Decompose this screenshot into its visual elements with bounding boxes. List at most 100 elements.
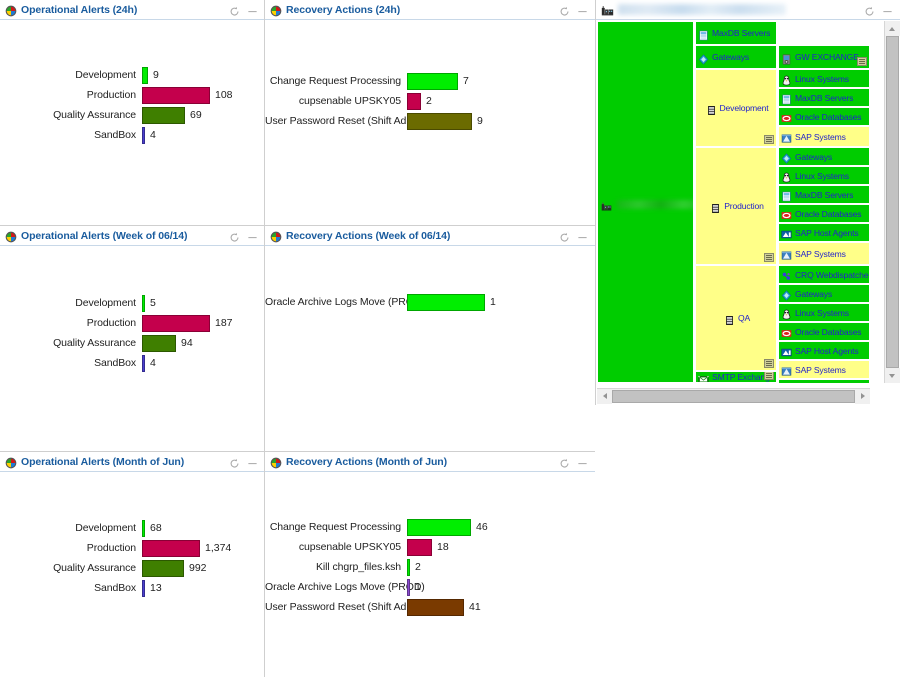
treemap-cell[interactable]: Oracle Databases	[778, 204, 870, 223]
bar-row[interactable]: Oracle Archive Logs Move (PROD) 1	[265, 292, 595, 312]
minimize-icon[interactable]	[247, 230, 258, 241]
refresh-icon[interactable]	[229, 456, 240, 468]
treemap-cell[interactable]: GW EXCHANGE	[778, 45, 870, 69]
treemap-note-icon[interactable]	[764, 253, 774, 262]
bar[interactable]	[407, 72, 458, 90]
portlet-body: Change Request Processing 7 cupsenable UPS…	[265, 20, 595, 224]
bar-row[interactable]: Production 1,374	[0, 538, 265, 558]
bar-row[interactable]: SandBox 4	[0, 125, 265, 145]
bar-row[interactable]: SandBox 13	[0, 578, 265, 598]
minimize-icon[interactable]	[882, 4, 893, 15]
bar[interactable]	[142, 559, 184, 577]
treemap-horizontal-scrollbar[interactable]	[597, 388, 870, 404]
portlet-header: Recovery Actions (Month of Jun)	[265, 452, 595, 472]
bar[interactable]	[142, 106, 185, 124]
bar-row[interactable]: User Password Reset (Shift Admin Only) 41	[265, 597, 595, 617]
treemap-cell[interactable]: MaxDB Servers	[695, 21, 777, 45]
bar-row[interactable]: Development 5	[0, 293, 265, 313]
scroll-up-button[interactable]	[884, 21, 900, 36]
bar-row[interactable]: Development 9	[0, 65, 265, 85]
bar[interactable]	[407, 293, 485, 311]
bar[interactable]	[407, 598, 464, 616]
treemap-cell[interactable]: SAP Systems	[778, 242, 870, 265]
treemap-cell[interactable]: MaxDB Servers	[778, 88, 870, 107]
bar-row[interactable]: Oracle Archive Logs Move (PROD) 1	[265, 577, 595, 597]
treemap-cell[interactable]: CRQ Webdispatcher URL	[778, 265, 870, 284]
scroll-down-button[interactable]	[884, 368, 900, 383]
treemap-cell[interactable]: Development	[695, 69, 777, 147]
treemap-cell-label: Linux Systems	[795, 307, 849, 318]
bar[interactable]	[407, 112, 472, 130]
treemap-cell[interactable]: Linux Systems	[778, 69, 870, 88]
bar-value-label: 41	[469, 601, 481, 613]
treemap-cell[interactable]: Linux Systems	[778, 166, 870, 185]
minimize-icon[interactable]	[577, 456, 588, 467]
refresh-icon[interactable]	[559, 456, 570, 468]
bar-value-label: 1	[490, 296, 496, 308]
treemap-cell[interactable]: SAP Systems	[778, 126, 870, 147]
treemap-cell[interactable]: Oracle Databases	[778, 107, 870, 126]
bar-row[interactable]: Change Request Processing 46	[265, 517, 595, 537]
treemap-note-icon[interactable]	[857, 57, 867, 66]
treemap-cell[interactable]: Oracle Databases	[778, 322, 870, 341]
refresh-icon[interactable]	[559, 4, 570, 16]
treemap-cell[interactable]: MaxDB Servers	[778, 185, 870, 204]
treemap-cell[interactable]: SAP Host Agents	[778, 223, 870, 242]
minimize-icon[interactable]	[577, 4, 588, 15]
bar-row[interactable]: Kill chgrp_files.ksh 2	[265, 557, 595, 577]
refresh-icon[interactable]	[229, 4, 240, 16]
bar-category-label: Quality Assurance	[53, 562, 136, 574]
bar-chart: Change Request Processing 7 cupsenable UPS…	[265, 20, 595, 224]
scroll-right-button[interactable]	[855, 388, 870, 404]
treemap-cell[interactable]: SAP Systems	[778, 360, 870, 379]
treemap-cell[interactable]: Gateways	[778, 147, 870, 166]
bar-row[interactable]: Production 108	[0, 85, 265, 105]
refresh-icon[interactable]	[229, 230, 240, 242]
scroll-left-button[interactable]	[597, 388, 612, 404]
portlet-header: Recovery Actions (Week of 06/14)	[265, 226, 595, 246]
bar[interactable]	[142, 86, 210, 104]
minimize-icon[interactable]	[247, 4, 258, 15]
minimize-icon[interactable]	[247, 456, 258, 467]
treemap-root-cell[interactable]	[597, 21, 694, 383]
treemap-vertical-scrollbar[interactable]	[884, 21, 900, 383]
bar-row[interactable]: SandBox 4	[0, 353, 265, 373]
bar-wrap: 68	[142, 519, 265, 537]
scroll-thumb[interactable]	[885, 36, 899, 368]
treemap-note-icon[interactable]	[764, 372, 774, 380]
bar[interactable]	[142, 314, 210, 332]
bar-row[interactable]: Quality Assurance 992	[0, 558, 265, 578]
bar[interactable]	[407, 518, 471, 536]
bar-row[interactable]: Production 187	[0, 313, 265, 333]
bar-row[interactable]: Quality Assurance 94	[0, 333, 265, 353]
treemap-cell[interactable]: GW EXCHANGE	[778, 379, 870, 383]
bar-row[interactable]: Quality Assurance 69	[0, 105, 265, 125]
treemap-cell[interactable]: Production	[695, 147, 777, 265]
bar-row[interactable]: Change Request Processing 7	[265, 71, 595, 91]
bar[interactable]	[407, 92, 421, 110]
portlet-header: Operational Alerts (Month of Jun)	[0, 452, 265, 472]
treemap-cell-label: SAP Systems	[795, 131, 846, 142]
bar[interactable]	[142, 334, 176, 352]
treemap-cell[interactable]: SMTP Exchange	[695, 371, 777, 383]
treemap-cell[interactable]: Gateways	[695, 45, 777, 69]
bar-wrap: 2	[407, 92, 595, 110]
bar-row[interactable]: cupsenable UPSKY05 18	[265, 537, 595, 557]
treemap-cell[interactable]: QA	[695, 265, 777, 371]
bar-row[interactable]: User Password Reset (Shift Admin Only) 9	[265, 111, 595, 131]
treemap-note-icon[interactable]	[764, 359, 774, 368]
refresh-icon[interactable]	[559, 230, 570, 242]
scroll-thumb[interactable]	[612, 389, 855, 403]
portlet-controls	[229, 456, 261, 468]
treemap-cell[interactable]: Gateways	[778, 284, 870, 303]
bar[interactable]	[407, 538, 432, 556]
bar[interactable]	[142, 539, 200, 557]
bar-row[interactable]: cupsenable UPSKY05 2	[265, 91, 595, 111]
refresh-icon[interactable]	[864, 4, 875, 16]
gateway-icon	[781, 288, 792, 301]
bar-row[interactable]: Development 68	[0, 518, 265, 538]
treemap-cell[interactable]: Linux Systems	[778, 303, 870, 322]
treemap-note-icon[interactable]	[764, 135, 774, 144]
minimize-icon[interactable]	[577, 230, 588, 241]
treemap-cell[interactable]: SAP Host Agents	[778, 341, 870, 360]
